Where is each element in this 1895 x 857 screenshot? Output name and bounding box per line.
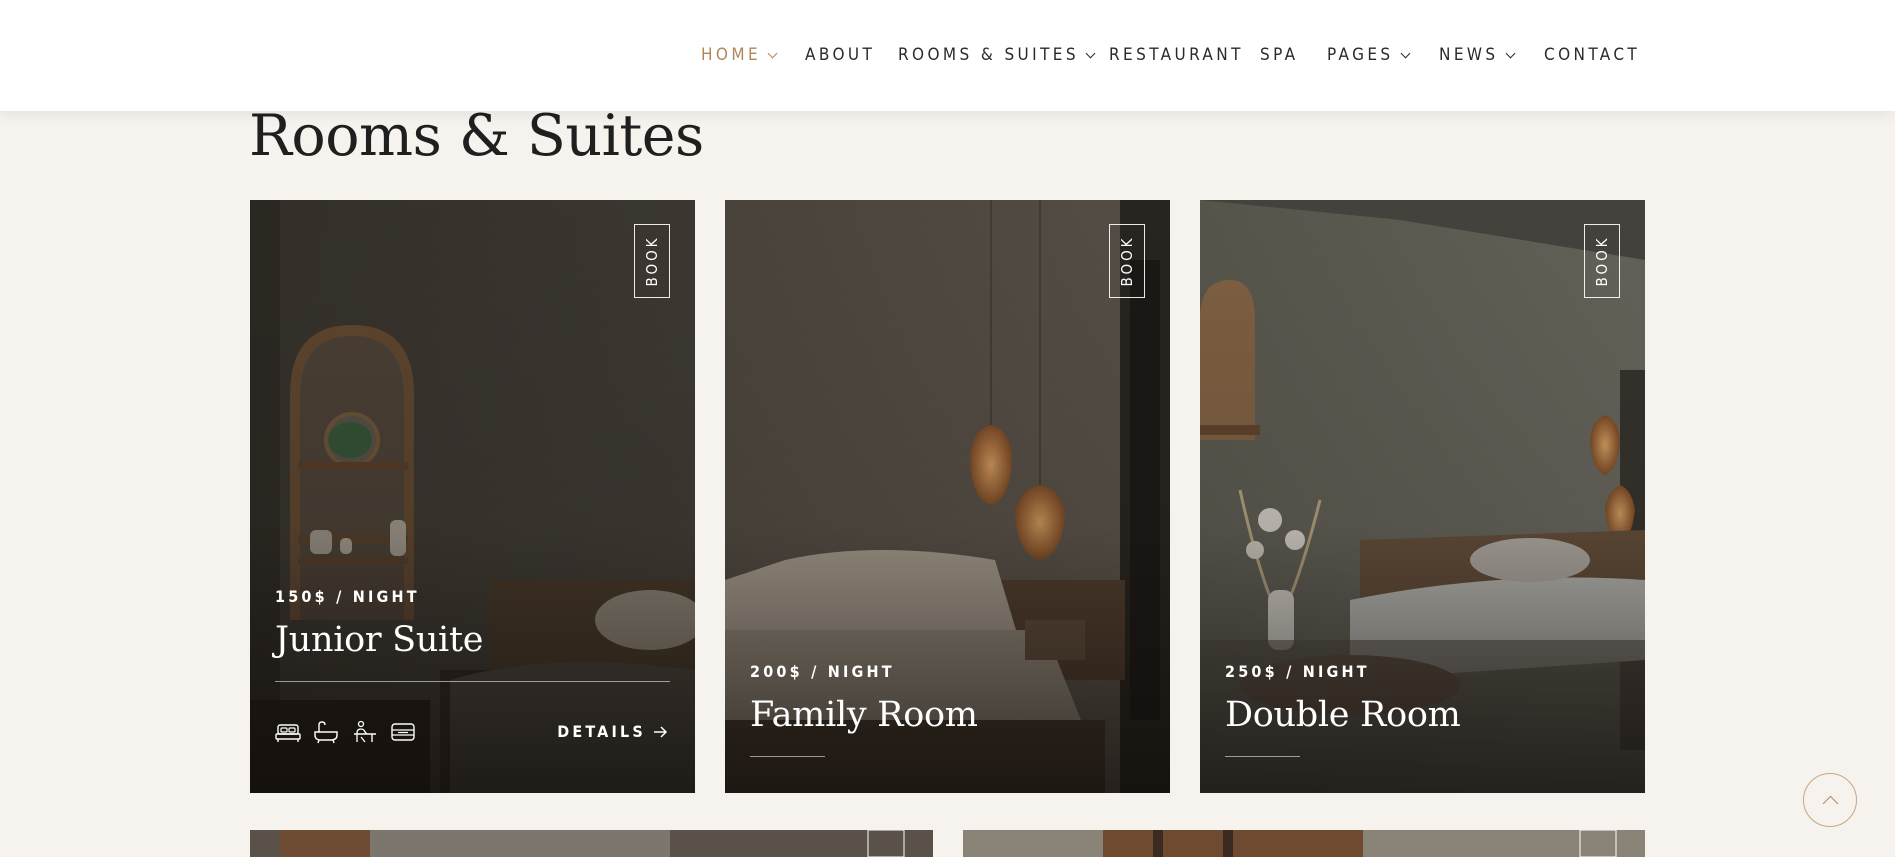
- card-divider: [1225, 756, 1300, 757]
- room-price: 150$ / NIGHT: [275, 587, 420, 606]
- card-overlay: [250, 200, 695, 793]
- book-button[interactable]: BOOK: [1584, 224, 1620, 298]
- chevron-down-icon: [1505, 48, 1515, 58]
- book-button[interactable]: BOOK: [1109, 224, 1145, 298]
- back-to-top-button[interactable]: [1803, 773, 1857, 827]
- nav-about[interactable]: ABOUT: [805, 41, 875, 69]
- nav-pages[interactable]: PAGES: [1327, 41, 1410, 69]
- chevron-down-icon: [767, 48, 778, 58]
- nav-rooms-suites[interactable]: ROOMS & SUITES: [898, 41, 1096, 69]
- arrow-right-icon: [654, 725, 668, 738]
- room-card-family-room[interactable]: BOOK 200$ / NIGHT Family Room: [725, 200, 1170, 793]
- book-button[interactable]: BOOK: [634, 224, 670, 298]
- desk-icon: [354, 720, 376, 743]
- bathtub-icon: [314, 721, 338, 744]
- nav-home[interactable]: HOME: [701, 41, 778, 69]
- room-price: 250$ / NIGHT: [1225, 662, 1370, 681]
- nav-home-label: HOME: [701, 45, 762, 65]
- book-label: BOOK: [1593, 235, 1611, 287]
- book-label: BOOK: [643, 235, 661, 287]
- nav-contact-label: CONTACT: [1544, 45, 1641, 65]
- room-name[interactable]: Junior Suite: [275, 620, 483, 660]
- details-label: DETAILS: [557, 722, 646, 741]
- chevron-down-icon: [1085, 48, 1096, 58]
- nav-restaurant[interactable]: RESTAURANT: [1109, 41, 1244, 69]
- nav-spa-label: SPA: [1260, 45, 1299, 65]
- room-photo: [963, 830, 1645, 857]
- nav-pages-label: PAGES: [1327, 45, 1394, 65]
- room-card-double-room[interactable]: BOOK 250$ / NIGHT Double Room: [1200, 200, 1645, 793]
- room-card-partial[interactable]: [963, 830, 1645, 857]
- nav-spa[interactable]: SPA: [1260, 41, 1299, 69]
- details-link[interactable]: DETAILS: [557, 722, 668, 741]
- nav-news-label: NEWS: [1439, 45, 1499, 65]
- bed-icon: [275, 724, 301, 742]
- site-header: HOME ABOUT ROOMS & SUITES RESTAURANT SPA…: [0, 0, 1895, 111]
- nav-contact[interactable]: CONTACT: [1544, 41, 1640, 69]
- room-card-junior-suite[interactable]: BOOK 150$ / NIGHT Junior Suite DETAILS: [250, 200, 695, 793]
- room-name[interactable]: Family Room: [750, 695, 978, 735]
- nav-news[interactable]: NEWS: [1439, 41, 1515, 69]
- nav-rooms-suites-label: ROOMS & SUITES: [898, 45, 1079, 65]
- main-nav: HOME ABOUT ROOMS & SUITES RESTAURANT SPA…: [0, 41, 1895, 69]
- nav-about-label: ABOUT: [805, 45, 876, 65]
- room-photo: [250, 830, 933, 857]
- nav-restaurant-label: RESTAURANT: [1109, 45, 1244, 65]
- card-divider: [275, 681, 670, 682]
- card-divider: [750, 756, 825, 757]
- chevron-down-icon: [1400, 48, 1410, 58]
- room-card-partial[interactable]: [250, 830, 933, 857]
- wardrobe-icon: [391, 723, 415, 741]
- room-price: 200$ / NIGHT: [750, 662, 895, 681]
- room-name[interactable]: Double Room: [1225, 695, 1461, 735]
- book-label: BOOK: [1118, 235, 1136, 287]
- amenities-list: [275, 720, 435, 744]
